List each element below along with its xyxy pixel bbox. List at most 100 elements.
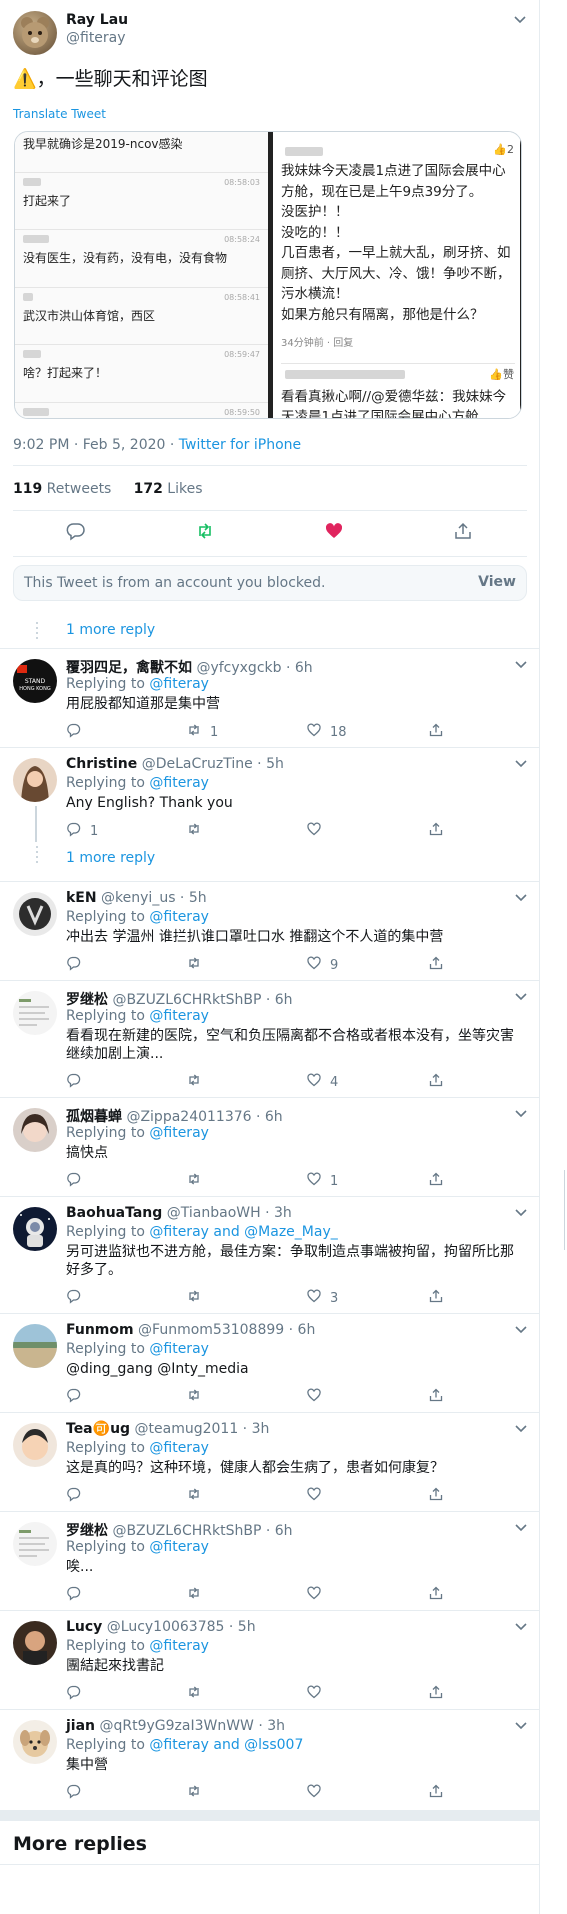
reply-icon[interactable]: [66, 521, 88, 543]
replying-to-link[interactable]: @fiteray: [149, 775, 209, 791]
chevron-down-icon[interactable]: [514, 1322, 528, 1336]
reply-time[interactable]: · 5h: [175, 890, 207, 906]
reply-action[interactable]: [66, 723, 90, 741]
reply-author-handle[interactable]: @BZUZL6CHRktShBP: [112, 992, 261, 1008]
reply-time[interactable]: · 6h: [261, 1523, 293, 1539]
reply-time[interactable]: · 6h: [282, 660, 313, 676]
replying-to-link[interactable]: @fiteray: [149, 1125, 209, 1141]
chat-screenshot[interactable]: 我早就确诊是2019-ncov感染 08:58:03 打起来了 08:58:24 没有医…: [15, 132, 268, 418]
like-icon[interactable]: [306, 1288, 322, 1308]
reply-author-name[interactable]: Lucy: [66, 1619, 102, 1635]
like-action[interactable]: [306, 1487, 330, 1505]
avatar[interactable]: [13, 1207, 57, 1251]
like-action[interactable]: 9: [306, 956, 338, 974]
share-icon[interactable]: [428, 1585, 444, 1605]
share-icon[interactable]: [428, 1288, 444, 1308]
comment-screenshot[interactable]: 👍2 我妹妹今天凌晨1点进了国际会展中心 方舱，现在已是上午9点39分了。 没医护！…: [273, 132, 521, 418]
like-icon[interactable]: [306, 1783, 322, 1803]
retweets-stat[interactable]: 119 Retweets: [13, 481, 111, 497]
share-action[interactable]: [428, 1289, 444, 1307]
retweet-icon[interactable]: [186, 1684, 202, 1704]
like-icon[interactable]: [324, 521, 346, 543]
reply-action[interactable]: [66, 1487, 90, 1505]
reply-author-name[interactable]: 罗继松: [66, 1523, 108, 1539]
reply-tweet[interactable]: STAND HONG KONG 覆羽四足，禽獸不如 @yfcyxgckb · 6h R…: [0, 649, 540, 748]
replying-to-link[interactable]: @fiteray: [149, 909, 209, 925]
reply-author-name[interactable]: 覆羽四足，禽獸不如: [66, 660, 192, 676]
retweet-icon[interactable]: [186, 955, 202, 975]
retweet-action[interactable]: [186, 1388, 210, 1406]
reply-action[interactable]: 1: [66, 822, 98, 840]
share-action[interactable]: [428, 1784, 444, 1802]
reply-action[interactable]: [66, 1388, 90, 1406]
reply-time[interactable]: · 3h: [238, 1421, 270, 1437]
avatar[interactable]: [13, 892, 57, 936]
like-icon[interactable]: [306, 821, 322, 841]
retweet-icon[interactable]: [186, 821, 202, 841]
retweet-icon[interactable]: [186, 1387, 202, 1407]
share-icon[interactable]: [428, 955, 444, 975]
share-action[interactable]: [428, 1685, 444, 1703]
translate-tweet-link[interactable]: Translate Tweet: [13, 107, 106, 121]
like-action[interactable]: [306, 822, 330, 840]
retweet-icon[interactable]: [186, 1783, 202, 1803]
retweet-icon[interactable]: [186, 1288, 202, 1308]
like-action[interactable]: [306, 1388, 330, 1406]
reply-author-name[interactable]: kEN: [66, 890, 97, 906]
like-icon[interactable]: [306, 1387, 322, 1407]
share-action[interactable]: [428, 723, 444, 741]
share-icon[interactable]: [428, 1684, 444, 1704]
like-action[interactable]: 1: [306, 1172, 338, 1190]
retweet-action[interactable]: [186, 1172, 210, 1190]
share-action[interactable]: [428, 1172, 444, 1190]
share-action[interactable]: [428, 822, 444, 840]
like-action[interactable]: [306, 1586, 330, 1604]
reply-action[interactable]: [66, 1172, 90, 1190]
reply-action[interactable]: [66, 1784, 90, 1802]
author-name[interactable]: Ray Lau: [66, 12, 128, 28]
reply-author-name[interactable]: Funmom: [66, 1322, 134, 1338]
avatar[interactable]: [13, 1522, 57, 1566]
reply-author-name[interactable]: jian: [66, 1718, 95, 1734]
retweet-action[interactable]: [186, 1073, 210, 1091]
reply-author-name[interactable]: Tea🉑ug: [66, 1421, 130, 1437]
reply-author-handle[interactable]: @teamug2011: [135, 1421, 239, 1437]
reply-icon[interactable]: [66, 1171, 82, 1191]
reply-icon[interactable]: [66, 1783, 82, 1803]
reply-action[interactable]: [66, 1289, 90, 1307]
like-action[interactable]: [306, 1685, 330, 1703]
reply-action[interactable]: [66, 1073, 90, 1091]
share-icon[interactable]: [428, 722, 444, 742]
reply-time[interactable]: · 3h: [254, 1718, 285, 1734]
like-action[interactable]: 18: [306, 723, 347, 741]
reply-author-name[interactable]: 孤烟暮蝉: [66, 1109, 122, 1125]
retweet-icon[interactable]: [186, 1072, 202, 1092]
retweet-action[interactable]: [186, 1685, 210, 1703]
author-handle[interactable]: @fiteray: [66, 30, 126, 46]
reply-author-handle[interactable]: @yfcyxgckb: [196, 660, 281, 676]
like-icon[interactable]: [306, 1585, 322, 1605]
avatar[interactable]: [13, 1720, 57, 1764]
reply-author-handle[interactable]: @DeLaCruzTine: [142, 756, 253, 772]
like-icon[interactable]: [306, 722, 322, 742]
likes-stat[interactable]: 172 Likes: [134, 481, 203, 497]
like-icon[interactable]: [306, 955, 322, 975]
share-icon[interactable]: [428, 1486, 444, 1506]
reply-author-handle[interactable]: @Lucy10063785: [107, 1619, 225, 1635]
replying-to-link[interactable]: @fiteray: [149, 1539, 209, 1555]
timestamp-text[interactable]: 9:02 PM · Feb 5, 2020 ·: [13, 437, 179, 453]
retweet-icon[interactable]: [186, 1585, 202, 1605]
reply-author-name[interactable]: 罗继松: [66, 992, 108, 1008]
reply-icon[interactable]: [66, 821, 82, 841]
reply-tweet[interactable]: 孤烟暮蝉 @Zippa24011376 · 6h Replying to @fit…: [0, 1098, 540, 1197]
like-action[interactable]: 4: [306, 1073, 338, 1091]
avatar[interactable]: [13, 1423, 57, 1467]
replying-to-link[interactable]: @fiteray: [149, 676, 209, 692]
retweet-action[interactable]: [186, 956, 210, 974]
retweet-icon[interactable]: [186, 1171, 202, 1191]
replying-to-link[interactable]: @fiteray: [149, 1008, 209, 1024]
chevron-down-icon[interactable]: [513, 12, 527, 26]
reply-time[interactable]: · 3h: [261, 1205, 292, 1221]
chevron-down-icon[interactable]: [514, 1106, 528, 1120]
share-icon[interactable]: [428, 821, 444, 841]
